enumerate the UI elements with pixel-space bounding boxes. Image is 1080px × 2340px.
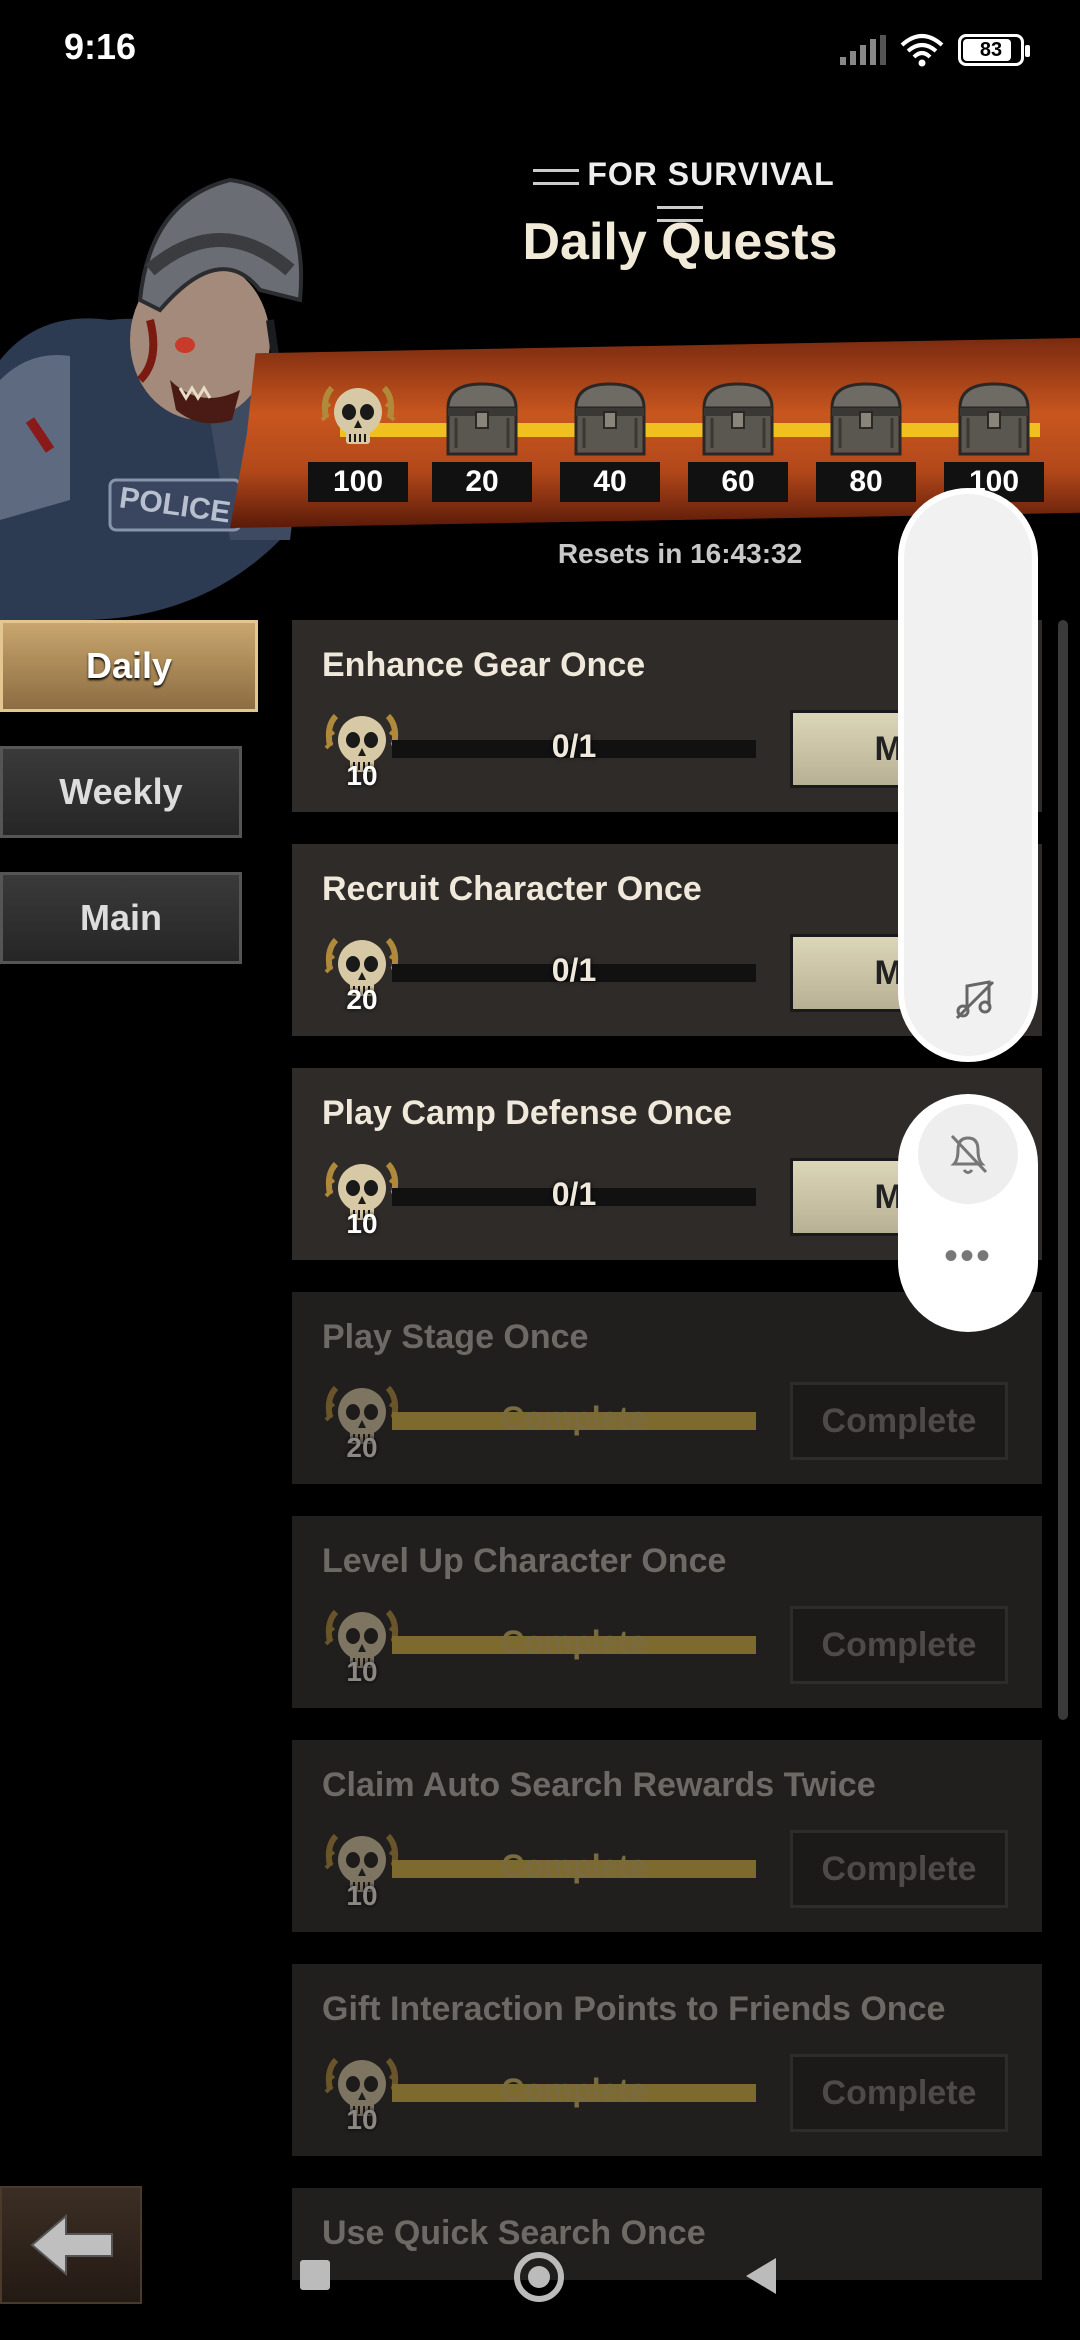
quest-reward: 10 bbox=[346, 1208, 378, 1239]
milestone-label: 20 bbox=[432, 462, 532, 502]
milestone-label: 40 bbox=[560, 462, 660, 502]
status-bar: 9:16 83 bbox=[0, 0, 1080, 100]
milestone-label: 60 bbox=[688, 462, 788, 502]
floating-panel[interactable] bbox=[898, 488, 1038, 1062]
quest-progress-text: 0/1 bbox=[551, 952, 597, 988]
recents-button[interactable] bbox=[300, 2260, 330, 2290]
quest-reward: 10 bbox=[346, 760, 378, 791]
tab-main[interactable]: Main bbox=[0, 872, 242, 964]
scrollbar[interactable] bbox=[1058, 620, 1068, 1720]
milestone-points: 100 bbox=[308, 378, 408, 508]
bell-off-icon bbox=[950, 1134, 988, 1174]
quest-title: Play Stage Once bbox=[322, 1318, 589, 1356]
quest-reward: 20 bbox=[346, 1432, 378, 1463]
battery-level: 83 bbox=[979, 38, 1003, 61]
chest-icon bbox=[442, 378, 522, 460]
tab-daily[interactable]: Daily bbox=[0, 620, 258, 712]
system-back-button[interactable] bbox=[746, 2258, 776, 2294]
page-title: Daily Quests bbox=[522, 213, 838, 271]
complete-button: Complete bbox=[790, 1382, 1008, 1460]
complete-button: Complete bbox=[790, 2054, 1008, 2132]
quest-reward: 20 bbox=[346, 984, 378, 1015]
milestone-chest-20[interactable]: 20 bbox=[432, 378, 532, 508]
chest-icon bbox=[698, 378, 778, 460]
header-subtitle-text: FOR SURVIVAL bbox=[587, 156, 835, 192]
quest-title: Recruit Character Once bbox=[322, 870, 702, 908]
quest-title: Claim Auto Search Rewards Twice bbox=[322, 1766, 876, 1804]
complete-button: Complete bbox=[790, 1830, 1008, 1908]
milestone-label: 80 bbox=[816, 462, 916, 502]
quest-progress-text: Complete bbox=[501, 1400, 647, 1436]
skull-badge-icon bbox=[318, 378, 398, 460]
milestone-chest-40[interactable]: 40 bbox=[560, 378, 660, 508]
system-nav-bar bbox=[0, 2230, 1080, 2340]
chest-icon bbox=[954, 378, 1034, 460]
complete-button: Complete bbox=[790, 1606, 1008, 1684]
reset-timer: Resets in 16:43:32 bbox=[557, 538, 803, 569]
quest-title: Level Up Character Once bbox=[322, 1542, 727, 1580]
quest-progress-text: Complete bbox=[501, 1848, 647, 1884]
quest-reward: 10 bbox=[346, 1880, 378, 1911]
chest-icon bbox=[826, 378, 906, 460]
quest-title: Gift Interaction Points to Friends Once bbox=[322, 1990, 946, 2028]
quest-card-completed: Gift Interaction Points to Friends Once … bbox=[292, 1964, 1042, 2156]
signal-icon bbox=[840, 35, 886, 65]
milestone-chest-60[interactable]: 60 bbox=[688, 378, 788, 508]
quest-progress-text: Complete bbox=[501, 2072, 647, 2108]
quest-progress-text: Complete bbox=[501, 1624, 647, 1660]
quest-reward: 10 bbox=[346, 1656, 378, 1687]
chest-icon bbox=[570, 378, 650, 460]
battery-icon: 83 bbox=[958, 34, 1030, 66]
milestone-chest-80[interactable]: 80 bbox=[816, 378, 916, 508]
mute-notifications-button[interactable] bbox=[918, 1104, 1018, 1204]
quest-progress-text: 0/1 bbox=[551, 1176, 597, 1212]
status-time: 9:16 bbox=[64, 26, 137, 67]
quest-card-completed: Claim Auto Search Rewards Twice 10 Compl… bbox=[292, 1740, 1042, 1932]
wifi-icon bbox=[900, 34, 944, 67]
floating-controls: ••• bbox=[898, 1094, 1038, 1332]
home-button[interactable] bbox=[514, 2252, 564, 2302]
tab-weekly[interactable]: Weekly bbox=[0, 746, 242, 838]
more-options-icon[interactable]: ••• bbox=[898, 1234, 1038, 1279]
music-off-icon[interactable] bbox=[949, 974, 999, 1024]
quest-title: Play Camp Defense Once bbox=[322, 1094, 733, 1132]
quest-card-completed: Level Up Character Once 10 Complete Comp… bbox=[292, 1516, 1042, 1708]
quest-progress-text: 0/1 bbox=[551, 728, 597, 764]
quest-reward: 10 bbox=[346, 2104, 378, 2135]
status-icons: 83 bbox=[840, 30, 1030, 70]
milestone-label: 100 bbox=[308, 462, 408, 502]
quest-title: Enhance Gear Once bbox=[322, 646, 646, 684]
